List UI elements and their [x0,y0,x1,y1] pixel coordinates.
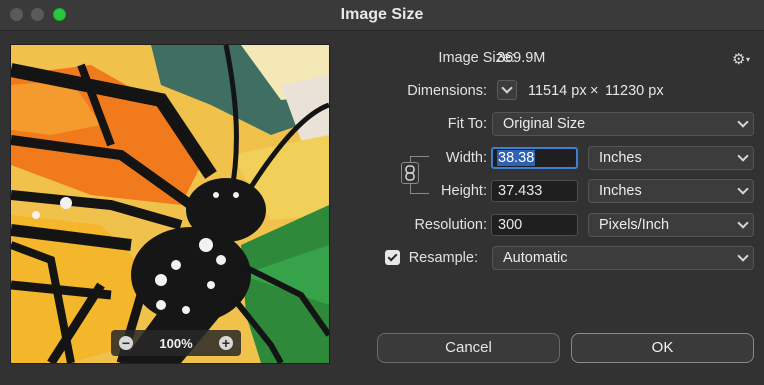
resample-checkbox[interactable] [385,250,400,265]
chain-link-icon [405,165,415,181]
resample-label: Resample: [408,250,478,266]
width-unit-select[interactable]: Inches [588,146,754,170]
height-unit-select[interactable]: Inches [588,179,754,203]
resolution-unit-value: Pixels/Inch [599,217,670,233]
chevron-down-icon [737,116,749,128]
resolution-label: Resolution: [414,217,487,233]
fit-to-value: Original Size [503,116,586,132]
chevron-down-icon [737,150,749,162]
preview-zoom-bar: − 100% + [111,330,241,356]
dimensions-unit-dropdown[interactable] [497,80,517,100]
height-value: 37.433 [498,183,543,199]
resolution-unit-select[interactable]: Pixels/Inch [588,213,754,237]
chevron-down-icon [737,250,749,262]
width-input[interactable]: 38.38 [491,147,578,169]
ok-button[interactable]: OK [571,333,754,363]
width-unit-value: Inches [599,150,642,166]
gear-menu-chevron-icon[interactable]: ▾ [746,55,750,64]
dimensions-label: Dimensions: [407,83,487,99]
chevron-down-icon [737,217,749,229]
window-title: Image Size [340,6,424,23]
gear-icon[interactable]: ⚙ [732,50,745,68]
dimensions-height-px: 11230 px [605,83,664,99]
height-input[interactable]: 37.433 [491,180,578,202]
zoom-level: 100% [159,335,193,351]
fit-to-select[interactable]: Original Size [492,112,754,136]
resolution-value: 300 [498,217,523,233]
resample-select[interactable]: Automatic [492,246,754,270]
title-bar: Image Size [0,0,764,31]
zoom-in-icon[interactable]: + [219,336,233,350]
chevron-down-icon [737,183,749,195]
image-size-label: Image Size: [438,50,515,66]
chevron-down-icon [501,82,513,94]
image-preview[interactable]: − 100% + [10,44,330,364]
height-label: Height: [441,183,487,199]
image-size-value: 369.9M [497,50,546,66]
width-label: Width: [445,150,487,166]
resample-value: Automatic [503,250,568,266]
cancel-button[interactable]: Cancel [377,333,560,363]
dimensions-times: × [590,83,599,99]
butterfly-preview-image [11,45,329,363]
zoom-out-icon[interactable]: − [119,336,133,350]
fit-to-label: Fit To: [447,116,487,132]
width-value: 38.38 [497,150,536,166]
dimensions-width-px: 11514 px [528,83,587,99]
resolution-input[interactable]: 300 [491,214,578,236]
height-unit-value: Inches [599,183,642,199]
